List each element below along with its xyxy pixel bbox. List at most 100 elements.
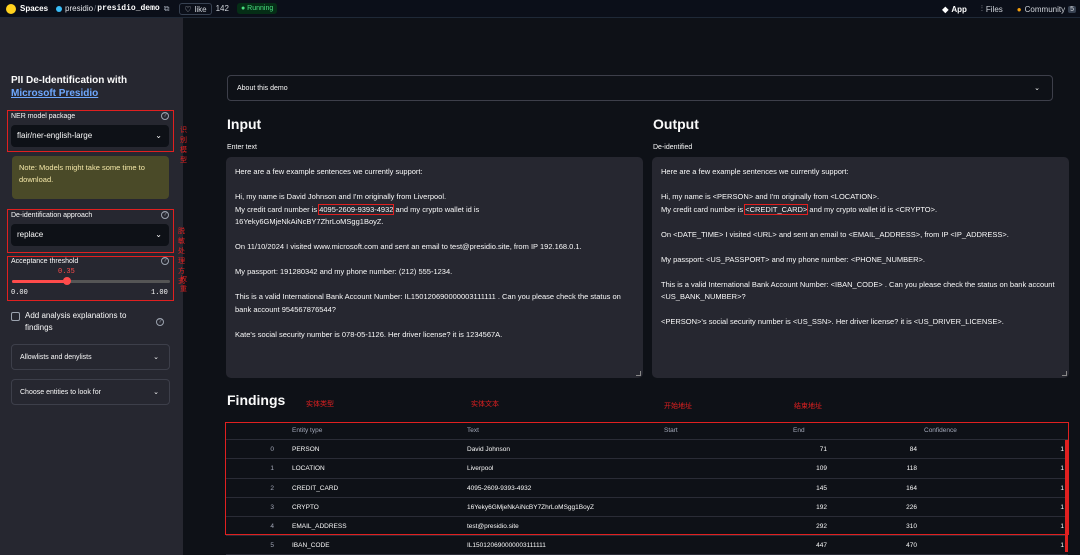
space-nav: ◆ App ⫶ Files ● Community 5 bbox=[942, 0, 1076, 18]
text-paragraph: My passport: <US_PASSPORT> and my phone … bbox=[661, 254, 926, 264]
copy-icon[interactable]: ⧉ bbox=[164, 4, 170, 14]
owner-link[interactable]: presidio bbox=[65, 4, 93, 13]
column-header[interactable]: Entity type bbox=[292, 421, 322, 440]
text-line: and my crypto wallet id is <CRYPTO>. bbox=[807, 204, 938, 214]
text-paragraph: <PERSON>'s social security number is <US… bbox=[661, 317, 1004, 326]
tab-files[interactable]: ⫶ Files bbox=[981, 4, 1003, 14]
cell-text: 16Yeky6GMjeNkAiNcBY7ZhrLoMSgg1BoyZ bbox=[467, 503, 594, 511]
resize-handle[interactable] bbox=[1062, 371, 1067, 376]
slider-fill bbox=[12, 280, 68, 283]
heart-icon: ♡ bbox=[184, 4, 192, 14]
threshold-slider[interactable] bbox=[12, 277, 170, 285]
cell-text: 4095-2609-9393-4932 bbox=[467, 484, 532, 492]
slider-min: 0.00 bbox=[11, 289, 28, 297]
cell-text: David Johnson bbox=[467, 446, 510, 454]
input-heading: Input bbox=[227, 116, 262, 132]
table-header: Entity type Text Start End Confidence bbox=[226, 421, 1068, 441]
table-scrollbar[interactable] bbox=[1065, 440, 1068, 552]
cell-conf: 1 bbox=[1060, 542, 1064, 550]
allow-deny-label: Allowlists and denylists bbox=[20, 354, 92, 361]
cell-type: PERSON bbox=[292, 446, 320, 454]
cell-type: IBAN_CODE bbox=[292, 542, 330, 550]
text-paragraph: Kate's social security number is 078-05-… bbox=[235, 329, 503, 339]
cell-idx: 3 bbox=[270, 503, 274, 511]
approach-label: De-identification approach bbox=[11, 212, 93, 219]
highlighted-credit-card: 4095-2609-9393-4932 bbox=[318, 203, 395, 215]
annotation-entity-type: 实体类型 bbox=[306, 401, 334, 408]
highlighted-credit-card: <CREDIT_CARD> bbox=[744, 203, 809, 215]
text-paragraph: On 11/10/2024 I visited www.microsoft.co… bbox=[235, 242, 582, 251]
slider-max: 1.00 bbox=[151, 289, 168, 297]
help-icon[interactable]: ? bbox=[156, 318, 164, 326]
text-paragraph: On <DATE_TIME> I visited <URL> and sent … bbox=[661, 229, 1009, 239]
column-header[interactable]: Text bbox=[467, 421, 479, 440]
status-text: Running bbox=[247, 5, 274, 12]
allow-deny-expander[interactable]: Allowlists and denylists ⌄ bbox=[11, 344, 170, 370]
community-badge: 5 bbox=[1068, 5, 1076, 13]
column-header[interactable]: Confidence bbox=[924, 421, 957, 440]
files-icon: ⫶ bbox=[980, 4, 983, 13]
cell-type: EMAIL_ADDRESS bbox=[292, 522, 347, 530]
threshold-value: 0.35 bbox=[58, 268, 75, 276]
chevron-down-icon: ⌄ bbox=[155, 230, 162, 239]
tab-app-label: App bbox=[951, 4, 967, 14]
annotation-start: 开始地址 bbox=[664, 403, 692, 410]
output-label: De-identified bbox=[653, 144, 693, 151]
explanations-checkbox[interactable] bbox=[11, 312, 20, 321]
top-bar: Spaces presidio / presidio_demo ⧉ ♡ like… bbox=[0, 0, 1080, 18]
entities-expander[interactable]: Choose entities to look for ⌄ bbox=[11, 379, 170, 405]
table-row[interactable]: 2 CREDIT_CARD 4095-2609-9393-4932 145 164 1 bbox=[226, 479, 1068, 498]
cell-conf: 1 bbox=[1060, 484, 1064, 492]
owner-avatar bbox=[56, 5, 63, 12]
cell-idx: 2 bbox=[270, 484, 274, 492]
table-row[interactable]: 4 EMAIL_ADDRESS test@presidio.site 292 310 1 bbox=[226, 517, 1068, 537]
presidio-link[interactable]: Microsoft Presidio bbox=[11, 88, 98, 99]
cell-end: 226 bbox=[906, 503, 917, 511]
sidebar: PII De-Identification with Microsoft Pre… bbox=[0, 18, 187, 555]
column-header[interactable]: Start bbox=[664, 421, 678, 440]
cell-idx: 1 bbox=[270, 465, 274, 473]
model-note: Note: Models might take some time to dow… bbox=[12, 156, 169, 199]
app-icon: ◆ bbox=[942, 4, 949, 14]
help-icon[interactable]: ? bbox=[161, 257, 169, 265]
text-paragraph: This is a valid International Bank Accou… bbox=[661, 279, 1055, 302]
input-label: Enter text bbox=[227, 144, 257, 151]
like-count: 142 bbox=[215, 4, 229, 13]
table-row[interactable]: 1 LOCATION Liverpool 109 118 1 bbox=[226, 459, 1068, 479]
cell-end: 164 bbox=[906, 484, 917, 492]
cell-type: CRYPTO bbox=[292, 503, 319, 511]
help-icon[interactable]: ? bbox=[161, 211, 169, 219]
approach-select[interactable]: replace ⌄ bbox=[11, 224, 169, 246]
spaces-link[interactable]: Spaces bbox=[20, 4, 48, 13]
output-textarea[interactable]: Here are a few example sentences we curr… bbox=[652, 157, 1069, 378]
text-paragraph: Here are a few example sentences we curr… bbox=[235, 167, 423, 176]
help-icon[interactable]: ? bbox=[161, 112, 169, 120]
cell-conf: 1 bbox=[1060, 446, 1064, 454]
cell-end: 118 bbox=[906, 465, 917, 473]
findings-table[interactable]: Entity type Text Start End Confidence 0 P… bbox=[226, 421, 1068, 555]
about-expander[interactable]: About this demo ⌄ bbox=[227, 75, 1053, 101]
text-line: Hi, my name is David Johnson and I'm ori… bbox=[235, 192, 447, 201]
input-textarea[interactable]: Here are a few example sentences we curr… bbox=[226, 157, 643, 378]
cell-type: CREDIT_CARD bbox=[292, 484, 339, 492]
text-paragraph: Hi, my name is <PERSON> and I'm original… bbox=[661, 191, 1060, 216]
tab-files-label: Files bbox=[985, 4, 1003, 14]
table-row[interactable]: 5 IBAN_CODE IL150120690000003111111 447 470 1 bbox=[226, 536, 1068, 555]
huggingface-logo-icon[interactable] bbox=[6, 3, 16, 14]
text-line: and my crypto wallet id is bbox=[393, 204, 480, 214]
text-paragraph: This is a valid International Bank Accou… bbox=[235, 292, 621, 314]
resize-handle[interactable] bbox=[636, 371, 641, 376]
ner-model-select[interactable]: flair/ner-english-large ⌄ bbox=[11, 125, 169, 147]
table-row[interactable]: 3 CRYPTO 16Yeky6GMjeNkAiNcBY7ZhrLoMSgg1Boy… bbox=[226, 498, 1068, 517]
ner-model-label: NER model package bbox=[11, 113, 76, 120]
table-row[interactable]: 0 PERSON David Johnson 71 84 1 bbox=[226, 440, 1068, 460]
tab-app[interactable]: ◆ App bbox=[942, 5, 967, 14]
like-button[interactable]: ♡ like bbox=[179, 2, 212, 15]
text-line: Hi, my name is <PERSON> and I'm original… bbox=[661, 192, 880, 201]
community-icon: ● bbox=[1016, 4, 1022, 14]
repo-name[interactable]: presidio_demo bbox=[97, 4, 159, 13]
cell-idx: 4 bbox=[270, 522, 274, 530]
column-header[interactable]: End bbox=[793, 421, 805, 440]
tab-community[interactable]: ● Community 5 bbox=[1017, 5, 1076, 14]
cell-end: 310 bbox=[906, 522, 917, 530]
